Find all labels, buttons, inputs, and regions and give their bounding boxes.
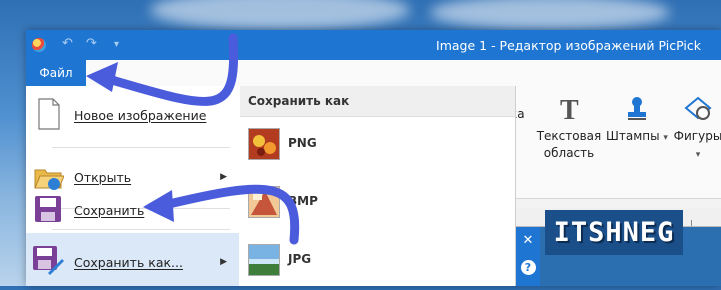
annotation-arrow-file: [100, 33, 239, 106]
annotation-arrows: [86, 33, 300, 245]
annotation-arrow-save: [160, 184, 300, 245]
annotation-arrowhead-file: [86, 62, 118, 92]
annotation-arrowhead-save: [143, 190, 174, 222]
